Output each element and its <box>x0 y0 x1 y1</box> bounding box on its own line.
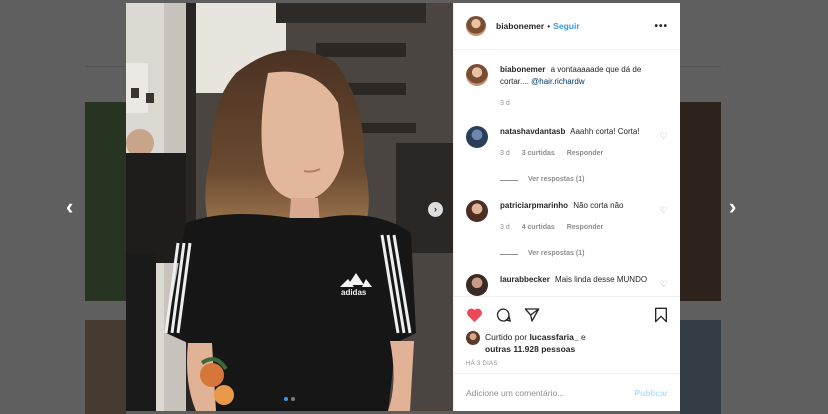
post-photo: adidas › <box>126 3 453 411</box>
next-post-arrow[interactable]: › <box>729 196 736 218</box>
post-age: HÁ 3 DIAS <box>466 361 498 367</box>
author-avatar[interactable] <box>466 16 486 36</box>
carousel-dot-active <box>284 397 288 401</box>
comment-text: Mais linda desse MUNDO <box>555 275 648 284</box>
caption-time: 3 d <box>500 100 510 107</box>
likes-conjunction: e <box>580 332 586 342</box>
comment-icon[interactable] <box>495 307 512 323</box>
comment-username[interactable]: patriciarpmarinho <box>500 201 568 210</box>
caption-avatar[interactable] <box>466 64 488 86</box>
likes-others[interactable]: outras 11.928 pessoas <box>485 344 575 354</box>
comment-avatar[interactable] <box>466 126 488 148</box>
carousel-dot <box>291 397 295 401</box>
reply-button[interactable]: Responder <box>567 224 604 231</box>
liker-avatar <box>466 331 480 345</box>
share-icon[interactable] <box>524 307 540 323</box>
post-modal: adidas › biabonemer • Seguir ••• biabone… <box>126 3 680 411</box>
carousel-next-button[interactable]: › <box>428 202 443 217</box>
likes-prefix: Curtido por <box>485 332 528 342</box>
follow-button[interactable]: Seguir <box>553 21 579 31</box>
comment-item: laurabbecker Mais linda desse MUNDO ♡ <box>466 274 668 296</box>
likes-summary[interactable]: Curtido por lucassfaria_ e outras 11.928… <box>466 331 668 355</box>
comment-item: patriciarpmarinho Não corta não 3 d 4 cu… <box>466 200 668 260</box>
heart-outline-icon[interactable]: ♡ <box>660 279 668 290</box>
heart-filled-icon[interactable] <box>466 307 483 323</box>
view-replies-button[interactable]: Ver respostas (1) <box>500 248 648 260</box>
post-header: biabonemer • Seguir ••• <box>454 3 680 50</box>
reply-button[interactable]: Responder <box>567 150 604 157</box>
publish-button[interactable]: Publicar <box>634 388 668 398</box>
post-side-panel: biabonemer • Seguir ••• biabonemer a von… <box>453 3 680 411</box>
add-comment-bar: Publicar <box>454 373 680 411</box>
carousel-dots <box>284 397 295 401</box>
replies-line <box>500 179 518 181</box>
comment-text: Não corta não <box>573 201 624 210</box>
view-replies-label: Ver respostas (1) <box>528 250 585 257</box>
view-replies-label: Ver respostas (1) <box>528 176 585 183</box>
heart-outline-icon[interactable]: ♡ <box>660 205 668 216</box>
author-username[interactable]: biabonemer <box>496 21 544 31</box>
comment-avatar[interactable] <box>466 200 488 222</box>
liker-username[interactable]: lucassfaria_ <box>529 332 578 342</box>
view-replies-button[interactable]: Ver respostas (1) <box>500 174 648 186</box>
header-separator: • <box>547 21 551 31</box>
replies-line <box>500 253 518 255</box>
post-actions: Curtido por lucassfaria_ e outras 11.928… <box>454 296 680 373</box>
previous-post-arrow[interactable]: ‹ <box>66 196 73 218</box>
comment-item: natashavdantasb Aaahh corta! Corta! 3 d … <box>466 126 668 186</box>
comment-username[interactable]: natashavdantasb <box>500 127 565 136</box>
comment-avatar[interactable] <box>466 274 488 296</box>
shirt-logo-text: adidas <box>341 288 367 297</box>
caption: biabonemer a vontaaaaade que dá de corta… <box>466 64 668 110</box>
comment-text: Aaahh corta! Corta! <box>570 127 640 136</box>
heart-outline-icon[interactable]: ♡ <box>660 131 668 142</box>
comment-likes-count[interactable]: 3 curtidas <box>522 150 555 157</box>
caption-mention-link[interactable]: @hair.richardw <box>531 77 584 86</box>
photo-illustration <box>126 3 453 411</box>
comments-list[interactable]: biabonemer a vontaaaaade que dá de corta… <box>454 50 680 296</box>
comment-input[interactable] <box>466 387 635 398</box>
more-options-icon[interactable]: ••• <box>654 21 668 32</box>
comment-time: 3 d <box>500 150 510 157</box>
caption-username[interactable]: biabonemer <box>500 65 545 74</box>
comment-likes-count[interactable]: 4 curtidas <box>522 224 555 231</box>
comment-time: 3 d <box>500 224 510 231</box>
save-icon[interactable] <box>654 307 668 323</box>
comment-username[interactable]: laurabbecker <box>500 275 550 284</box>
